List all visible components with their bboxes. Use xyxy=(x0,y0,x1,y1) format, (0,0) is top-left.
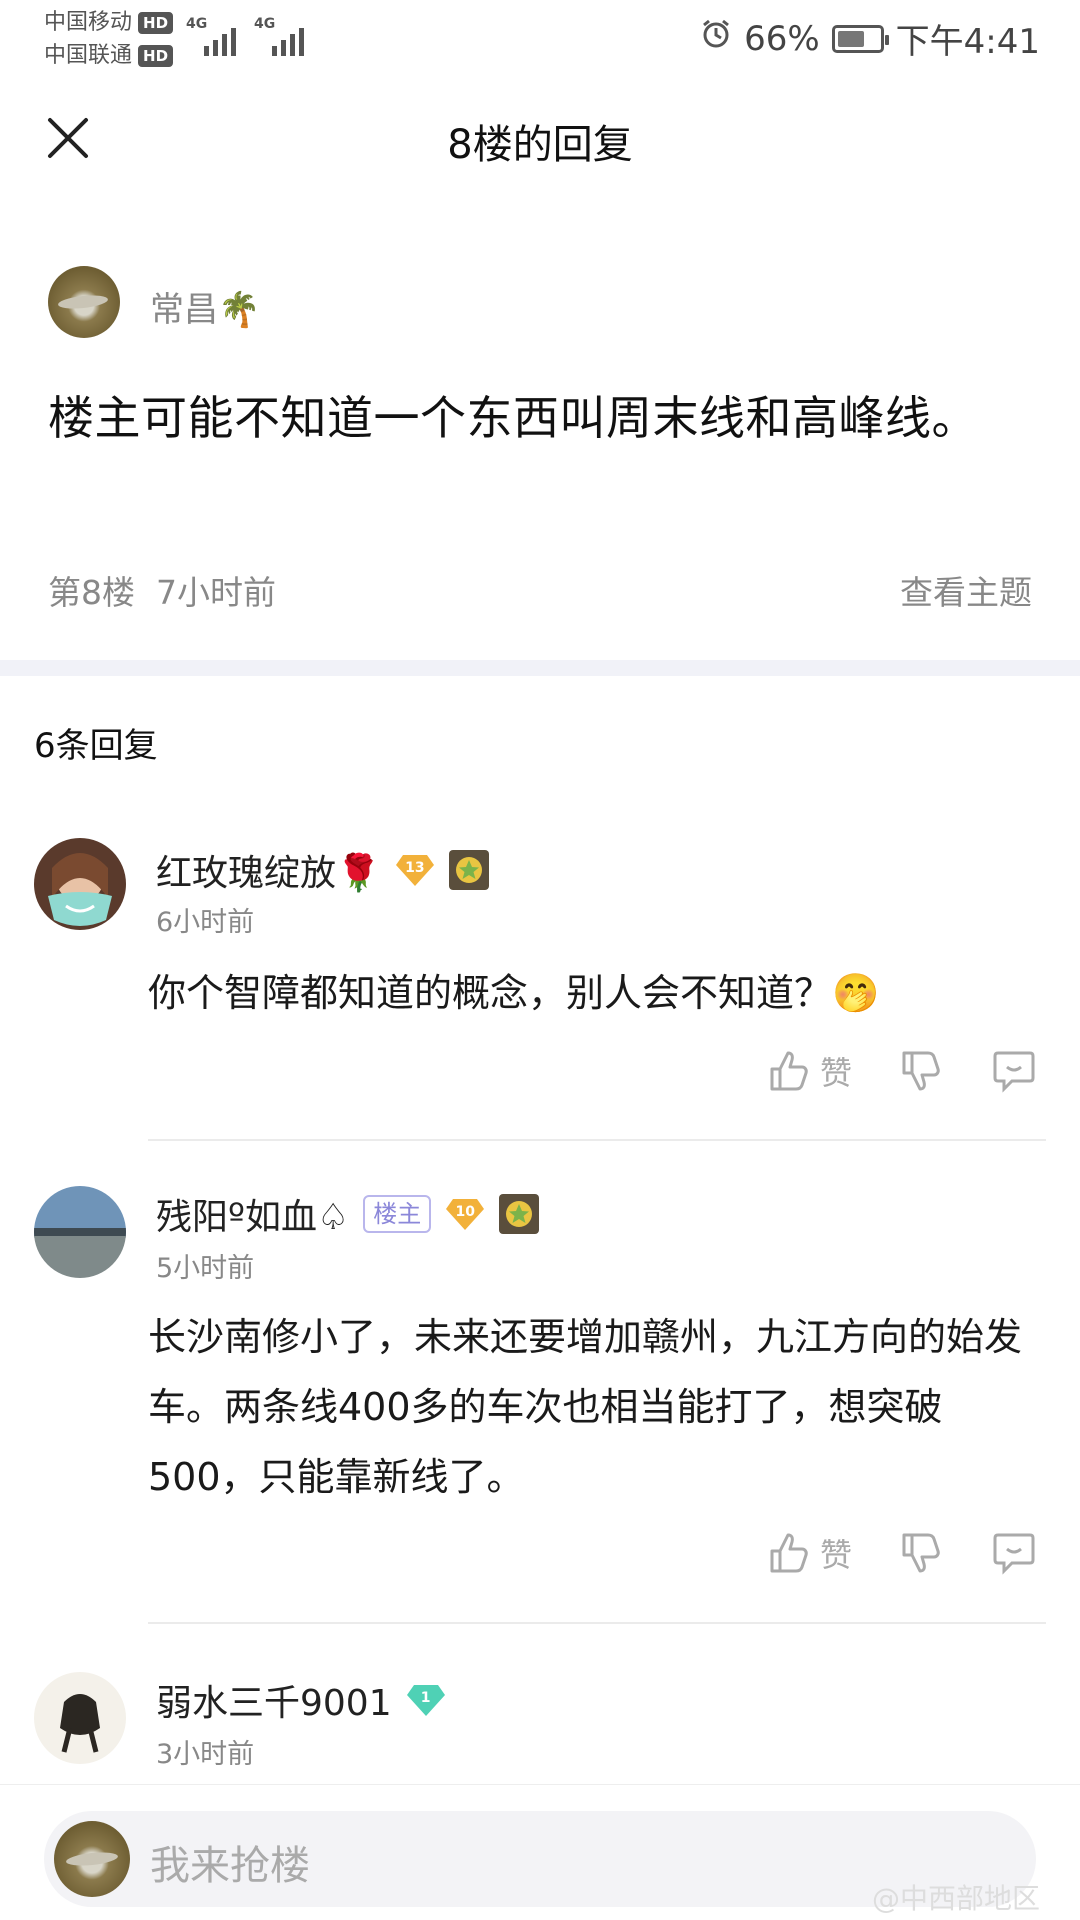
avatar[interactable] xyxy=(48,266,120,338)
page-title: 8楼的回复 xyxy=(447,122,633,168)
clock: 下午4:41 xyxy=(895,22,1040,62)
floor-number: 第8楼 xyxy=(48,573,135,612)
reply-item: 残阳º如血♤ 楼主 10 5小时前 长沙南修小了，未来还要增加赣州，九江方向的始… xyxy=(0,1182,1080,1624)
thumbs-up-icon xyxy=(770,1051,808,1091)
signal-icon: 4G xyxy=(254,16,310,56)
avatar[interactable] xyxy=(34,1672,126,1764)
comment-button[interactable] xyxy=(992,1531,1036,1575)
watermark: @中西部地区 xyxy=(871,1882,1040,1915)
reply-author[interactable]: 红玫瑰绽放🌹 xyxy=(156,844,381,896)
reply-item: 红玫瑰绽放🌹 13 6小时前 你个智障都知道的概念，别人会不知道？🤭 赞 xyxy=(0,838,1080,1148)
battery-icon xyxy=(831,24,889,53)
level-badge: 10 xyxy=(445,1197,485,1231)
reply-body: 你个智障都知道的概念，别人会不知道？🤭 xyxy=(148,971,880,1015)
level-badge: 1 xyxy=(406,1683,446,1717)
thumbs-up-icon xyxy=(770,1533,808,1573)
reply-author[interactable]: 残阳º如血♤ xyxy=(156,1188,349,1240)
signal-indicators: 4G 4G xyxy=(186,16,310,56)
reply-time: 3小时前 xyxy=(156,1739,255,1770)
like-label: 赞 xyxy=(819,1054,852,1092)
signal-icon: 4G xyxy=(186,16,242,56)
reply-time: 5小时前 xyxy=(156,1253,255,1284)
dislike-button[interactable] xyxy=(900,1049,944,1093)
carrier-1: 中国移动 xyxy=(44,10,133,35)
avatar xyxy=(54,1821,130,1897)
like-button[interactable]: 赞 xyxy=(768,1048,852,1094)
thumbs-down-icon xyxy=(902,1051,940,1091)
post-meta: 第8楼 7小时前 xyxy=(48,566,276,614)
alarm-icon xyxy=(700,18,732,59)
reply-count: 6条回复 xyxy=(34,726,158,766)
dislike-button[interactable] xyxy=(900,1531,944,1575)
like-label: 赞 xyxy=(819,1536,852,1574)
like-button[interactable]: 赞 xyxy=(768,1530,852,1576)
reply-item: 弱水三千9001 1 3小时前 xyxy=(0,1668,1080,1778)
reply-time: 6小时前 xyxy=(156,907,255,938)
divider xyxy=(148,1622,1046,1624)
star-badge-icon xyxy=(499,1194,540,1234)
level-badge: 13 xyxy=(395,853,435,887)
carrier-2: 中国联通 xyxy=(44,43,133,68)
comment-icon xyxy=(993,1533,1035,1575)
hd-badge: HD xyxy=(138,44,174,67)
thumbs-down-icon xyxy=(902,1533,940,1573)
post-author[interactable]: 常昌🌴 xyxy=(150,282,260,331)
reply-composer: 我来抢楼 @中西部地区 xyxy=(0,1784,1080,1920)
reply-input-placeholder: 我来抢楼 xyxy=(150,1843,310,1889)
avatar[interactable] xyxy=(34,1186,126,1278)
reply-author[interactable]: 弱水三千9001 xyxy=(156,1674,392,1726)
post-time: 7小时前 xyxy=(155,573,276,612)
reply-body: 长沙南修小了，未来还要增加赣州，九江方向的始发车。两条线400多的车次也相当能打… xyxy=(148,1315,1023,1499)
comment-icon xyxy=(993,1051,1035,1093)
comment-button[interactable] xyxy=(992,1049,1036,1093)
carrier-info: 中国移动 HD 中国联通 HD xyxy=(44,6,174,72)
hd-badge: HD xyxy=(138,11,174,34)
owner-tag: 楼主 xyxy=(363,1195,432,1233)
view-topic-link[interactable]: 查看主题 xyxy=(900,566,1032,614)
avatar[interactable] xyxy=(34,838,126,930)
status-bar: 中国移动 HD 中国联通 HD 4G 4G 66% 下午4:41 xyxy=(0,0,1080,74)
divider xyxy=(148,1139,1046,1141)
star-badge-icon xyxy=(448,850,489,890)
section-divider xyxy=(0,660,1080,676)
post-body: 楼主可能不知道一个东西叫周末线和高峰线。 xyxy=(48,391,978,445)
header: 8楼的回复 xyxy=(0,74,1080,204)
battery-percent: 66% xyxy=(744,18,820,59)
